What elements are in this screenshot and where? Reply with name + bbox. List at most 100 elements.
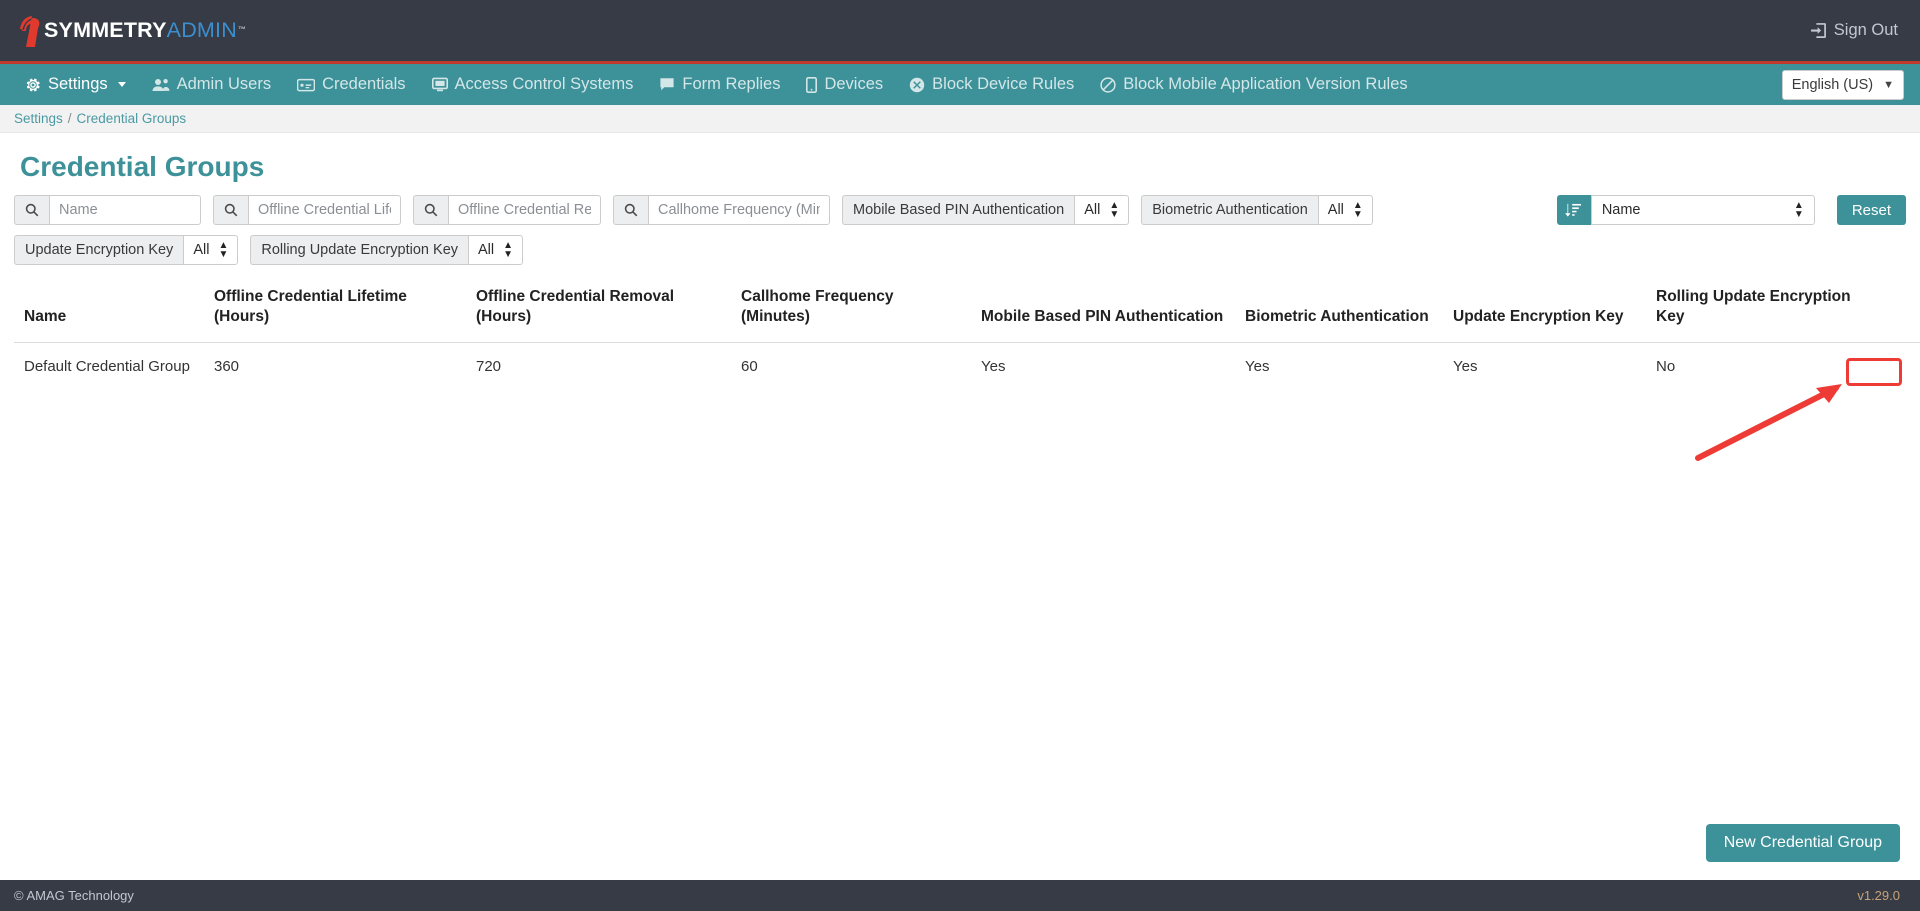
table-header-row: Name Offline Credential Lifetime (Hours)… [14,279,1920,343]
filter-mobile-based-pin-authentication[interactable]: Mobile Based PIN Authentication All ▲ ▼ [842,195,1130,225]
nav-item-block-mobile-application-version-rules[interactable]: Block Mobile Application Version Rules [1087,64,1420,105]
app-window: SYMMETRY ADMIN ™ Sign Out Settings Admin… [0,0,1920,911]
nav-item-block-device-rules[interactable]: Block Device Rules [896,64,1087,105]
cell-offline-credential-lifetime: 360 [214,357,240,375]
desktop-icon [431,77,448,91]
filter-row-2: Update Encryption Key All ▲ ▼ Rolling Upd… [14,235,1906,265]
filter-offline-credential-removal [413,195,601,225]
search-icon [413,195,448,225]
sign-out-label: Sign Out [1833,21,1898,39]
main-content: Credential Groups Name Offline Credentia… [0,133,1920,880]
ban-icon [1100,76,1116,93]
filter-value-biometric-authentication: All [1327,202,1344,218]
cell-biometric-authentication: Yes [1245,357,1270,375]
nav-label-access-control-systems: Access Control Systems [454,75,634,93]
cell-callhome-frequency: 60 [741,357,758,375]
sort-arrows-icon: ▲ ▼ [218,240,229,260]
filter-offline-credential-lifetime [213,195,401,225]
filter-select-rolling-update-encryption-key[interactable]: All ▲ ▼ [468,235,524,265]
column-header-offline-credential-lifetime[interactable]: Offline Credential Lifetime (Hours) [204,279,466,343]
footer-copyright: © AMAG Technology [14,888,134,903]
app-logo[interactable]: SYMMETRY ADMIN ™ [18,0,246,61]
reset-button[interactable]: Reset [1836,195,1906,225]
filter-value-mobile-based-pin-authentication: All [1084,202,1101,218]
sign-out-button[interactable]: Sign Out [1810,21,1898,40]
symmetry-logo-mark [20,15,40,47]
search-icon [213,195,248,225]
sort-arrows-icon: ▲ ▼ [1793,200,1804,220]
search-input-offline-credential-lifetime[interactable] [248,195,401,225]
language-value: English (US) [1791,76,1874,93]
cell-name: Default Credential Group [24,357,190,375]
language-selector[interactable]: English (US) ▼ [1781,69,1904,100]
users-icon [152,78,170,91]
nav-item-form-replies[interactable]: Form Replies [646,64,793,105]
sort-value: Name [1601,202,1641,218]
cell-update-encryption-key: Yes [1453,357,1478,375]
column-header-actions [1874,279,1920,343]
nav-label-block-device-rules: Block Device Rules [932,75,1075,93]
footer-version: v1.29.0 [1857,888,1900,903]
filter-label-update-encryption-key: Update Encryption Key [14,235,184,265]
nav-label-credentials: Credentials [322,75,406,93]
filter-biometric-authentication[interactable]: Biometric Authentication All ▲ ▼ [1141,195,1373,225]
nav-label-settings: Settings [48,75,108,93]
column-header-rolling-update-encryption-key[interactable]: Rolling Update Encryption Key [1646,279,1874,343]
table-header: Name Offline Credential Lifetime (Hours)… [14,279,1920,343]
column-header-update-encryption-key[interactable]: Update Encryption Key [1443,279,1646,343]
column-header-mobile-based-pin-authentication[interactable]: Mobile Based PIN Authentication [971,279,1235,343]
gear-icon [26,78,40,91]
cell-offline-credential-removal: 720 [476,357,502,375]
nav-item-credentials[interactable]: Credentials [284,64,418,105]
filter-toolbar: Mobile Based PIN Authentication All ▲▼ B… [14,195,1906,265]
filter-label-biometric-authentication: Biometric Authentication [1141,195,1318,225]
sort-arrows-icon: ▲ ▼ [1109,200,1120,220]
comment-icon [660,78,674,91]
page-title: Credential Groups [20,151,265,182]
nav-label-form-replies: Form Replies [682,75,781,93]
footer: © AMAG Technology v1.29.0 [0,880,1920,911]
nav-label-block-mobile-application-version-rules: Block Mobile Application Version Rules [1123,75,1408,93]
filter-select-biometric-authentication[interactable]: All ▲ ▼ [1317,195,1373,225]
filter-name [14,195,201,225]
search-input-offline-credential-removal[interactable] [448,195,601,225]
column-header-name[interactable]: Name [14,279,204,343]
column-header-offline-credential-removal[interactable]: Offline Credential Removal (Hours) [466,279,731,343]
top-bar: SYMMETRY ADMIN ™ Sign Out [0,0,1920,61]
chevron-down-icon: ▼ [1883,78,1894,91]
column-header-biometric-authentication[interactable]: Biometric Authentication [1235,279,1443,343]
filter-update-encryption-key[interactable]: Update Encryption Key All ▲ ▼ [14,235,239,265]
filter-value-update-encryption-key: All [193,242,210,258]
filter-callhome-frequency [613,195,830,225]
nav-label-admin-users: Admin Users [176,75,272,93]
column-header-callhome-frequency[interactable]: Callhome Frequency (Minutes) [731,279,971,343]
breadcrumb-item-credential-groups[interactable]: Credential Groups [77,111,187,126]
nav-item-admin-users[interactable]: Admin Users [139,64,284,105]
search-input-name[interactable] [49,195,201,225]
sort-select[interactable]: Name ▲ ▼ [1590,195,1815,225]
new-credential-group-button[interactable]: New Credential Group [1705,824,1900,862]
filter-select-update-encryption-key[interactable]: All ▲ ▼ [183,235,239,265]
logo-trademark: ™ [237,25,247,34]
search-icon [14,195,49,225]
credential-groups-table: Name Offline Credential Lifetime (Hours)… [14,279,1920,391]
mobile-icon [806,76,818,93]
breadcrumb-separator: / [67,111,72,126]
cell-mobile-based-pin-authentication: Yes [981,357,1006,375]
main-navigation: Settings Admin Users Credentials Access … [0,61,1920,105]
breadcrumb-item-settings[interactable]: Settings [14,111,63,126]
sort-control: Name ▲ ▼ [1556,195,1815,225]
cell-rolling-update-encryption-key: No [1656,357,1676,375]
nav-label-devices: Devices [824,75,884,93]
filter-select-mobile-based-pin-authentication[interactable]: All ▲ ▼ [1074,195,1130,225]
breadcrumb: Settings / Credential Groups [0,105,1920,133]
sort-amount-down-icon[interactable] [1556,195,1591,225]
bottom-actions: New Credential Group [14,824,1906,880]
sort-arrows-icon: ▲ ▼ [1352,200,1363,220]
nav-item-settings[interactable]: Settings [12,64,139,105]
nav-item-access-control-systems[interactable]: Access Control Systems [419,64,647,105]
filter-row-1: Mobile Based PIN Authentication All ▲▼ B… [14,195,1906,225]
search-input-callhome-frequency[interactable] [648,195,830,225]
filter-rolling-update-encryption-key[interactable]: Rolling Update Encryption Key All ▲ ▼ [250,235,524,265]
nav-item-devices[interactable]: Devices [793,64,896,105]
